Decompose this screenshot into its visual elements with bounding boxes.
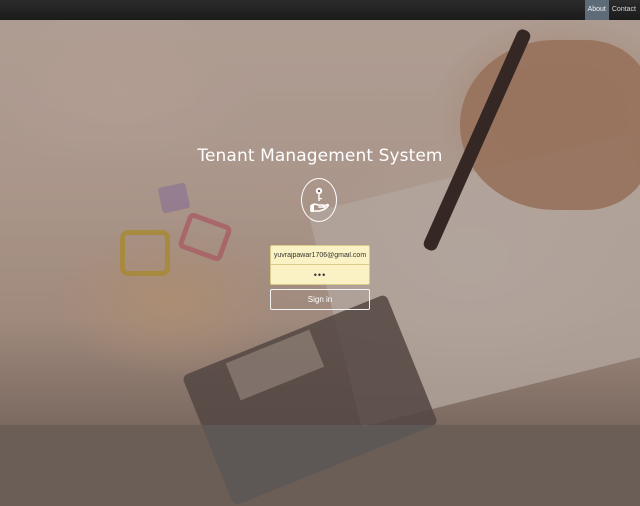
nav-links: About Contact [584,0,639,20]
email-field[interactable] [270,245,370,265]
top-navbar: About Contact [0,0,640,20]
page-title: Tenant Management System [197,146,443,166]
hand-with-key-icon [301,178,337,222]
nav-about-link[interactable]: About [584,0,609,20]
signin-button[interactable]: Sign in [270,289,370,310]
password-field[interactable] [270,265,370,285]
nav-contact-link[interactable]: Contact [609,0,639,20]
login-panel: Tenant Management System Sign in [0,0,640,425]
